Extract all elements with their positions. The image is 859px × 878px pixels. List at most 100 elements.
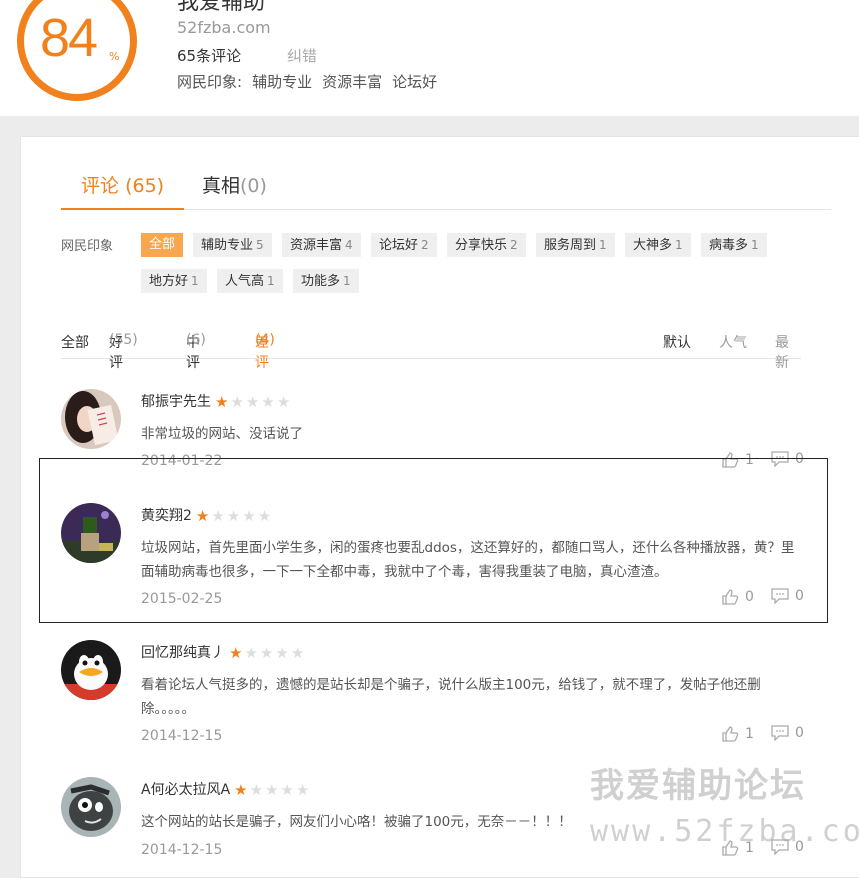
reply-button[interactable]: 0 <box>771 725 804 741</box>
tab-comments-label: 评论 <box>81 175 120 197</box>
site-header: 84 % 我爱辅助 52fzba.com 65条评论 纠错 网民印象: 辅助专业资… <box>0 0 859 116</box>
tag-item[interactable]: 资源丰富 4 <box>282 233 361 257</box>
star-icon: ★ <box>290 644 305 662</box>
comment-icon <box>771 588 789 604</box>
tag-item[interactable]: 服务周到 1 <box>536 233 615 257</box>
user-avatar[interactable] <box>61 640 121 700</box>
tab-comments[interactable]: 评论 (65) <box>61 171 185 210</box>
user-avatar[interactable] <box>61 389 121 449</box>
tag-label: 病毒多 <box>709 238 749 253</box>
tag-item[interactable]: 分享快乐 2 <box>447 233 526 257</box>
reviewer-name[interactable]: 黄奕翔2 ★ ★ ★ ★ ★ <box>141 505 273 525</box>
user-avatar[interactable] <box>61 777 121 837</box>
tab-truth[interactable]: 真相(0) <box>202 171 267 208</box>
tag-count: 2 <box>510 238 518 252</box>
star-icon: ★ <box>280 781 294 799</box>
star-icon: ★ <box>242 507 256 525</box>
rating-stars: ★ ★ ★ ★ ★ <box>234 781 311 799</box>
report-error-link[interactable]: 纠错 <box>287 45 317 66</box>
sort-popular[interactable]: 人气 <box>719 332 747 352</box>
reply-button[interactable]: 0 <box>771 588 804 604</box>
tag-count: 1 <box>599 238 607 252</box>
review-item: 黄奕翔2 ★ ★ ★ ★ ★ 垃圾网站，首先里面小学生多，闲的蛋疼也要乱ddos，这还算好… <box>61 503 821 613</box>
comment-count[interactable]: 65条评论 <box>177 45 241 66</box>
rating-stars: ★ ★ ★ ★ ★ <box>229 644 306 662</box>
score-value: 84 <box>40 8 98 68</box>
impression-summary-item: 论坛好 <box>392 73 438 91</box>
reviewer-name-text: 回忆那纯真丿 <box>141 645 225 661</box>
filter-mid-count: (6) <box>186 332 206 348</box>
star-icon: ★ <box>275 644 289 662</box>
star-icon: ★ <box>229 644 243 662</box>
filter-all[interactable]: 全部 <box>61 332 89 352</box>
star-icon: ★ <box>226 507 241 525</box>
sort-latest[interactable]: 最新 <box>775 332 801 372</box>
reply-count: 0 <box>795 725 804 741</box>
reviewer-name[interactable]: 郁振宇先生 ★ ★ ★ ★ ★ <box>141 391 292 411</box>
tag-count: 2 <box>421 238 429 252</box>
tag-label: 全部 <box>149 237 176 252</box>
impression-summary-label: 网民印象: <box>177 73 243 91</box>
site-domain[interactable]: 52fzba.com <box>177 18 271 37</box>
tag-item[interactable]: 病毒多 1 <box>701 233 767 257</box>
tag-label: 资源丰富 <box>290 238 343 253</box>
tag-item[interactable]: 功能多 1 <box>293 269 359 293</box>
like-count: 0 <box>745 589 754 605</box>
tag-label: 大神多 <box>633 238 673 253</box>
tag-item[interactable]: 大神多 1 <box>625 233 691 257</box>
tab-bar: 评论 (65) 真相(0) <box>61 167 831 210</box>
tab-comments-count: (65) <box>125 175 165 197</box>
tag-item[interactable]: 人气高 1 <box>217 269 283 293</box>
tag-count: 5 <box>256 238 264 252</box>
impression-summary: 网民印象: 辅助专业 资源丰富 论坛好 <box>177 71 447 92</box>
like-button[interactable]: 1 <box>721 725 754 743</box>
star-icon: ★ <box>249 781 264 799</box>
star-icon: ★ <box>244 644 258 662</box>
reviewer-name-text: 黄奕翔2 <box>141 508 192 524</box>
comment-icon <box>771 725 789 741</box>
tab-truth-count: (0) <box>240 175 267 197</box>
filter-good-count: (55) <box>109 332 138 348</box>
user-avatar[interactable] <box>61 503 121 563</box>
site-name: 我爱辅助 <box>177 0 266 15</box>
star-icon: ★ <box>211 507 225 525</box>
watermark-url: www.52fzba.com <box>590 814 859 849</box>
tag-count: 1 <box>191 274 199 288</box>
star-icon: ★ <box>257 507 272 525</box>
reviewer-name[interactable]: 回忆那纯真丿 ★ ★ ★ ★ ★ <box>141 642 306 662</box>
tag-all[interactable]: 全部 <box>141 233 184 257</box>
tag-count: 1 <box>751 238 759 252</box>
sort-default[interactable]: 默认 <box>663 332 691 352</box>
star-icon: ★ <box>234 781 248 799</box>
like-button[interactable]: 0 <box>721 588 754 606</box>
review-filter-bar: 全部 好评 (55) 中评 (6) 差评 (4) 默认 人气 最新 <box>61 332 801 371</box>
tag-count: 1 <box>267 274 275 288</box>
star-icon: ★ <box>215 393 229 411</box>
tab-truth-label: 真相 <box>202 175 241 197</box>
impression-summary-item: 辅助专业 <box>252 73 313 91</box>
tag-item[interactable]: 地方好 1 <box>141 269 207 293</box>
reviewer-name[interactable]: A何必太拉风A ★ ★ ★ ★ ★ <box>141 779 311 799</box>
review-date: 2015-02-25 <box>141 591 223 607</box>
tag-label: 论坛好 <box>379 238 419 253</box>
rating-stars: ★ ★ ★ ★ ★ <box>196 507 273 525</box>
star-icon: ★ <box>295 781 310 799</box>
tag-item[interactable]: 辅助专业 5 <box>193 233 272 257</box>
tag-label: 辅助专业 <box>201 238 254 253</box>
review-text: 垃圾网站，首先里面小学生多，闲的蛋疼也要乱ddos，这还算好的，都随口骂人，还什… <box>141 540 795 580</box>
star-icon: ★ <box>276 393 291 411</box>
tag-count: 1 <box>343 274 351 288</box>
star-icon: ★ <box>265 781 279 799</box>
thumbs-up-icon <box>722 726 739 742</box>
reviewer-name-text: A何必太拉风A <box>141 782 231 798</box>
tag-label: 地方好 <box>149 274 189 289</box>
tag-count: 1 <box>675 238 683 252</box>
score-percent-sign: % <box>109 50 120 63</box>
review-date: 2014-12-15 <box>141 728 223 744</box>
tag-item[interactable]: 论坛好 2 <box>371 233 437 257</box>
rating-stars: ★ ★ ★ ★ ★ <box>215 393 292 411</box>
star-icon: ★ <box>195 507 210 525</box>
review-text: 看着论坛人气挺多的，遗憾的是站长却是个骗子，说什么版主100元，给钱了，就不理了… <box>141 677 761 717</box>
impression-label: 网民印象 <box>61 239 114 254</box>
star-icon: ★ <box>259 644 274 662</box>
